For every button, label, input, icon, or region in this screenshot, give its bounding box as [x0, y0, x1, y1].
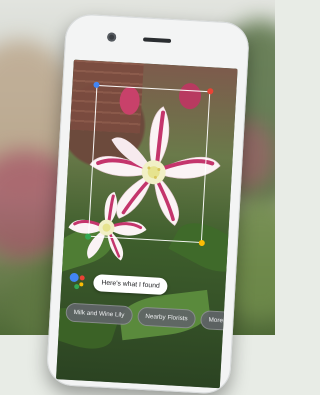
visual-search-selection-box[interactable]: [84, 81, 214, 247]
camera-icon: [106, 32, 117, 42]
assistant-dot-green: [74, 283, 80, 290]
suggestion-chip-milk-and-wine-lily[interactable]: Milk and Wine Lily: [65, 302, 133, 326]
suggestion-chip-more[interactable]: More I: [200, 310, 235, 331]
camera-scene: [56, 59, 238, 389]
phone-device: Here's what I found Milk and Wine Lily N…: [45, 13, 251, 395]
google-assistant-icon[interactable]: [69, 272, 88, 291]
assistant-dot-blue: [69, 272, 79, 283]
suggestion-chip-nearby-florists[interactable]: Nearby Florists: [136, 306, 197, 329]
camera-viewfinder[interactable]: Here's what I found Milk and Wine Lily N…: [56, 59, 238, 389]
assistant-message-bubble: Here's what I found: [93, 273, 169, 295]
phone-speaker: [142, 37, 172, 43]
assistant-dot-red: [79, 275, 85, 281]
assistant-dot-yellow: [79, 282, 84, 287]
selection-handle-top-left[interactable]: [93, 81, 100, 89]
